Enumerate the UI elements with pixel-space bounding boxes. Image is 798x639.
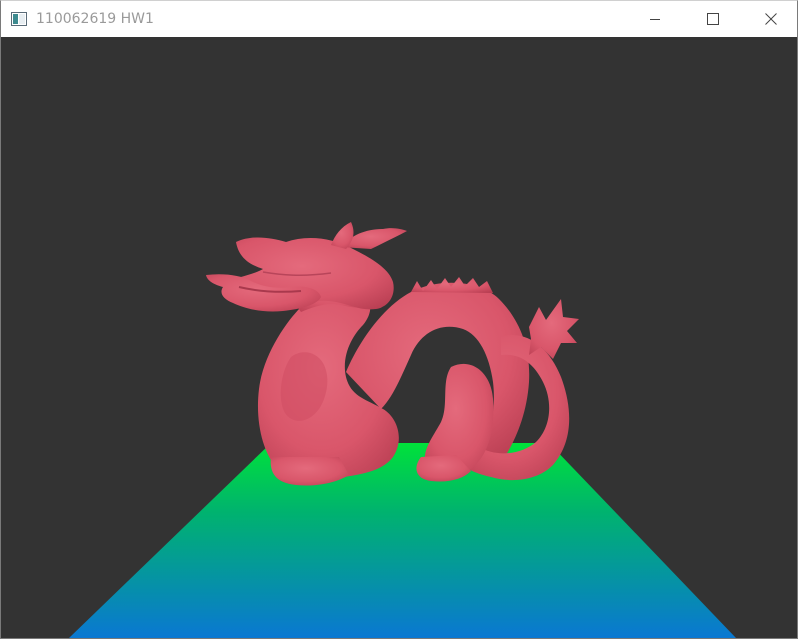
- app-window: 110062619 HW1: [0, 0, 798, 639]
- window-title: 110062619 HW1: [36, 11, 154, 27]
- floor-plane: [69, 443, 736, 638]
- close-button[interactable]: [742, 1, 797, 37]
- close-icon: [765, 13, 777, 25]
- render-viewport[interactable]: [1, 37, 797, 638]
- app-window-icon: [11, 12, 27, 26]
- minimize-button[interactable]: [626, 1, 684, 37]
- maximize-button[interactable]: [684, 1, 742, 37]
- scene-canvas: [69, 222, 736, 638]
- title-bar[interactable]: 110062619 HW1: [1, 1, 797, 37]
- maximize-icon: [707, 13, 719, 25]
- minimize-icon: [650, 19, 660, 20]
